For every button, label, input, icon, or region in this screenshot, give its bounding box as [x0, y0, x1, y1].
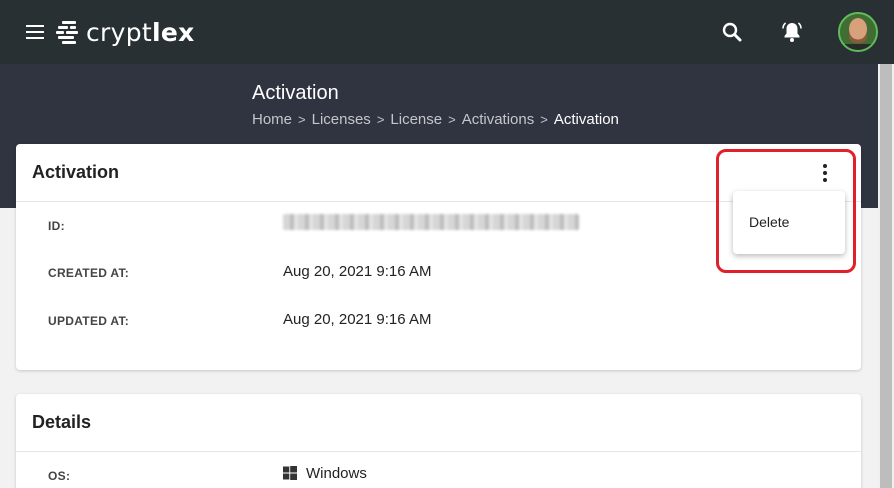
- cryptlex-logo-mark-icon: [56, 20, 82, 44]
- os-value: Windows: [306, 465, 367, 482]
- os-label: OS:: [48, 469, 71, 483]
- breadcrumb: Home > Licenses > License > Activations …: [252, 111, 619, 128]
- more-vertical-icon[interactable]: [814, 160, 836, 186]
- cryptlex-logo[interactable]: cryptlex: [56, 17, 195, 47]
- breadcrumb-separator: >: [540, 112, 548, 127]
- breadcrumb-licenses[interactable]: Licenses: [312, 111, 371, 128]
- breadcrumb-separator: >: [376, 112, 385, 127]
- delete-menu-item[interactable]: Delete: [733, 203, 845, 241]
- updated-at-label: UPDATED AT:: [48, 314, 130, 328]
- activation-card: Activation ID: CREATED AT: Aug 20, 2021 …: [16, 144, 861, 370]
- search-icon[interactable]: [720, 20, 744, 44]
- created-at-row: CREATED AT: Aug 20, 2021 9:16 AM: [16, 248, 861, 296]
- os-row: OS: Windows: [16, 452, 861, 488]
- breadcrumb-license[interactable]: License: [390, 111, 442, 128]
- menu-icon[interactable]: [24, 23, 46, 41]
- logo-text: cryptlex: [86, 17, 195, 47]
- avatar[interactable]: [838, 12, 878, 52]
- breadcrumb-separator: >: [448, 112, 456, 127]
- actions-dropdown-menu: Delete: [733, 191, 845, 254]
- bell-icon[interactable]: [780, 20, 804, 44]
- page-title: Activation: [252, 82, 339, 104]
- breadcrumb-current: Activation: [553, 111, 619, 128]
- breadcrumb-activations[interactable]: Activations: [462, 111, 535, 128]
- breadcrumb-home[interactable]: Home: [252, 111, 292, 128]
- details-card: Details OS: Windows: [16, 394, 861, 488]
- breadcrumb-separator: >: [298, 112, 306, 127]
- top-app-bar: cryptlex: [0, 0, 894, 64]
- windows-icon: [283, 466, 297, 480]
- created-at-label: CREATED AT:: [48, 266, 130, 280]
- updated-at-value: Aug 20, 2021 9:16 AM: [283, 311, 432, 328]
- details-card-title: Details: [16, 394, 861, 452]
- created-at-value: Aug 20, 2021 9:16 AM: [283, 263, 432, 280]
- updated-at-row: UPDATED AT: Aug 20, 2021 9:16 AM: [16, 296, 861, 344]
- scrollbar-thumb[interactable]: [880, 64, 892, 488]
- id-value-redacted: [283, 214, 579, 234]
- id-label: ID:: [48, 219, 65, 233]
